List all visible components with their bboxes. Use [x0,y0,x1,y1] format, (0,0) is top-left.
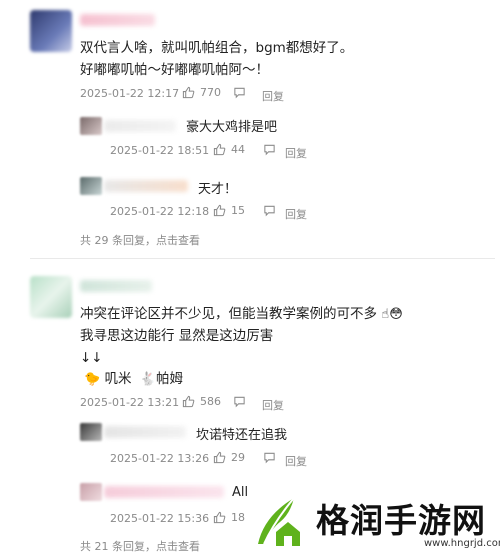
username[interactable] [104,180,188,192]
reply-text: 豪大大鸡排是吧 [186,120,278,135]
like-count: 586 [200,395,221,408]
comment-icon-button[interactable] [263,143,281,156]
comment-bubble-icon [233,395,246,408]
comment-bubble-icon [263,143,276,156]
username[interactable] [104,120,176,132]
face-emoji-icon: 😳 [389,307,403,322]
comment-icon-button[interactable] [233,395,251,408]
thumbs-up-icon [182,86,195,99]
reply-button[interactable]: 回复 [262,88,284,104]
username[interactable] [104,486,224,498]
comment-icon-button[interactable] [263,204,281,217]
comment-text: 冲突在评论区并不少见，但能当教学案例的可不多 ☝😳 [80,304,403,325]
like-button[interactable]: 44 [213,143,245,156]
emoji-line: 🐤 叽米 🐇帕姆 [84,369,183,390]
avatar[interactable] [30,10,72,52]
reply-text: 坎诺特还在追我 [196,428,288,443]
reply-button[interactable]: 回复 [285,206,307,222]
reply-button[interactable]: 回复 [285,453,307,469]
like-button[interactable]: 15 [213,204,245,217]
bunny-icon: 🐇 [139,372,156,387]
thumbs-up-icon [213,143,226,156]
reply-text: 天才！ [198,182,238,197]
view-more-replies-link[interactable]: 共 29 条回复，点击查看 [80,232,200,248]
thumbs-up-icon [213,451,226,464]
comment-text: ↓↓ [80,350,103,366]
reply-date: 2025-01-22 15:36 [110,512,210,525]
comment-icon-button[interactable] [263,451,281,464]
watermark-url: www.hngrjd.com [424,538,500,549]
avatar[interactable] [30,276,72,318]
thumbs-up-icon [182,395,195,408]
like-count: 29 [231,451,245,464]
watermark-logo [258,497,300,546]
comment-icon-button[interactable] [233,86,251,99]
emoji-label: 帕姆 [155,371,183,387]
avatar[interactable] [80,117,102,135]
comment-date: 2025-01-22 12:17 [80,87,180,100]
chick-icon: 🐤 [84,372,101,387]
hand-emoji-icon: ☝ [381,307,390,322]
reply-date: 2025-01-22 18:51 [110,144,210,157]
like-button[interactable]: 770 [182,86,221,99]
username[interactable] [104,426,186,438]
username[interactable] [80,280,152,292]
reply-date: 2025-01-22 12:18 [110,205,210,218]
comment-text: 双代言人啥，就叫叽帕组合，bgm都想好了。 [80,40,354,56]
like-count: 770 [200,86,221,99]
comment-text: 我寻思这边能行 显然是这边厉害 [80,328,274,344]
like-count: 15 [231,204,245,217]
reply-button[interactable]: 回复 [285,145,307,161]
comment-meta: 2025-01-22 12:17 [80,87,179,100]
divider [30,258,495,259]
reply-button[interactable]: 回复 [262,397,284,413]
reply-date: 2025-01-22 13:26 [110,452,210,465]
comment-bubble-icon [233,86,246,99]
watermark: 格润手游网 www.hngrjd.com [240,488,500,555]
view-more-replies-link[interactable]: 共 21 条回复，点击查看 [80,538,200,554]
comment-text-line: 冲突在评论区并不少见，但能当教学案例的可不多 [80,306,377,322]
emoji-label: 叽米 [104,371,132,387]
thumbs-up-icon [213,511,226,524]
comment-date: 2025-01-22 13:21 [80,396,180,409]
avatar[interactable] [80,423,102,441]
avatar[interactable] [80,177,102,195]
comment-bubble-icon [263,204,276,217]
like-button[interactable]: 586 [182,395,221,408]
username[interactable] [80,14,155,26]
watermark-name: 格润手游网 [316,501,486,540]
thumbs-up-icon [213,204,226,217]
like-button[interactable]: 29 [213,451,245,464]
like-count: 44 [231,143,245,156]
comment-bubble-icon [263,451,276,464]
avatar[interactable] [80,483,102,501]
comment-text: 好嘟嘟叽帕～好嘟嘟叽帕阿～！ [80,62,269,78]
